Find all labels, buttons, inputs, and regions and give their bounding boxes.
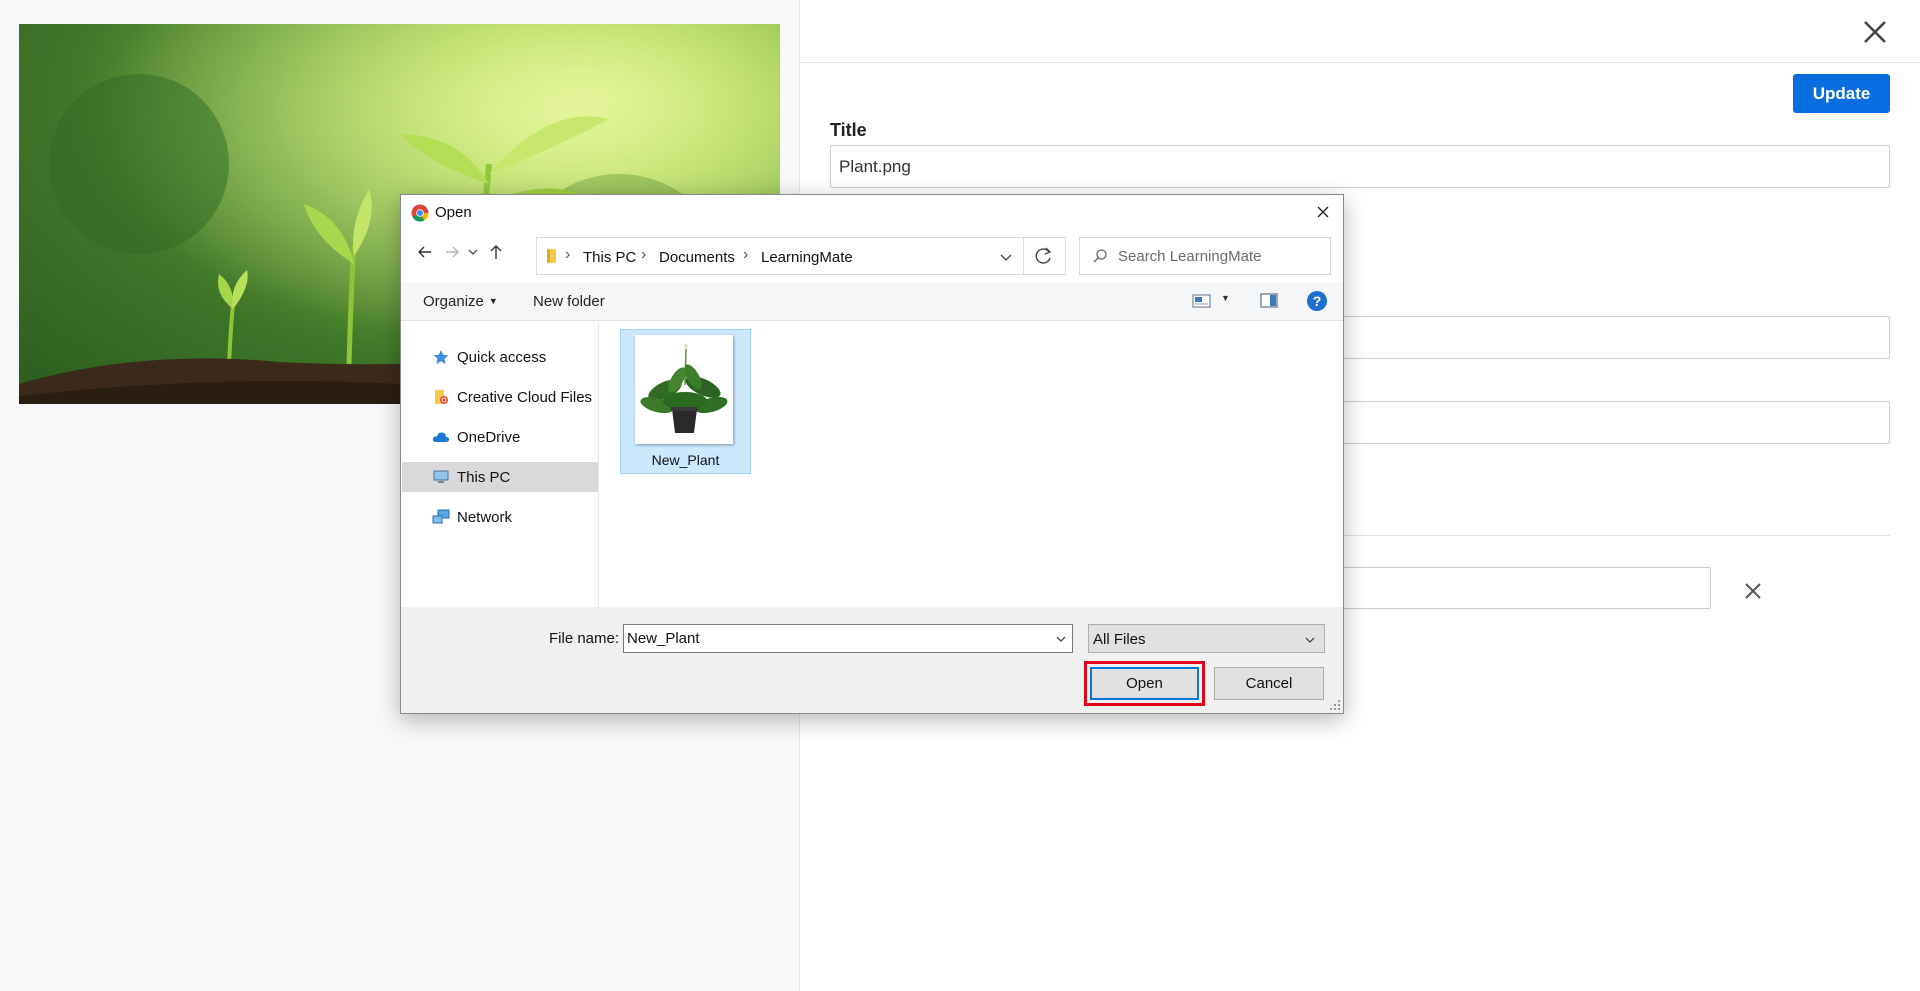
nav-item-label: OneDrive (457, 429, 521, 446)
search-box[interactable] (1079, 237, 1331, 275)
forward-button[interactable] (441, 241, 463, 263)
update-button[interactable]: Update (1793, 74, 1890, 113)
panel-header-divider (800, 62, 1920, 63)
title-input[interactable] (830, 145, 1890, 188)
chevron-down-icon (1056, 636, 1066, 642)
organize-button[interactable]: Organize ▼ (423, 293, 498, 310)
nav-item-this-pc[interactable]: This PC (402, 462, 598, 492)
breadcrumb-separator-icon: › (743, 246, 749, 263)
folder-icon (547, 249, 556, 263)
breadcrumb-this-pc[interactable]: This PC (583, 249, 636, 266)
dialog-title: Open (435, 204, 472, 221)
back-button[interactable] (414, 241, 436, 263)
nav-item-network[interactable]: Network (402, 502, 598, 532)
chevron-down-icon (468, 249, 478, 255)
caret-down-icon: ▼ (488, 296, 498, 306)
new-folder-button[interactable]: New folder (533, 293, 605, 310)
cloud-icon (432, 432, 450, 442)
search-input[interactable] (1118, 244, 1323, 268)
file-type-value: All Files (1093, 631, 1146, 648)
cancel-button[interactable]: Cancel (1214, 667, 1324, 700)
breadcrumb-learningmate[interactable]: LearningMate (761, 249, 853, 266)
refresh-icon (1035, 247, 1052, 264)
address-history-button[interactable] (995, 247, 1017, 267)
nav-item-label: Creative Cloud Files (457, 389, 593, 406)
file-list-area: New_Plant (599, 322, 1343, 607)
title-label: Title (830, 120, 867, 140)
file-name-input[interactable] (627, 628, 1037, 649)
alt-text-field[interactable] (1340, 401, 1890, 444)
network-icon (432, 509, 450, 524)
chevron-down-icon (1305, 637, 1315, 643)
remove-file-button[interactable] (1740, 578, 1766, 604)
nav-item-label: Quick access (457, 349, 547, 366)
file-thumbnail (635, 335, 733, 444)
refresh-button[interactable] (1024, 237, 1066, 275)
dialog-titlebar[interactable]: Open (401, 195, 1343, 227)
chevron-down-icon (1000, 254, 1012, 261)
address-bar[interactable]: › This PC › Documents › LearningMate (536, 237, 1024, 275)
resize-grip-icon[interactable] (1327, 697, 1341, 711)
dialog-close-button[interactable] (1309, 199, 1337, 225)
close-panel-button[interactable] (1857, 14, 1893, 50)
nav-item-quick-access[interactable]: Quick access (402, 342, 598, 372)
open-file-dialog: Open › This PC › Documents › LearningMat… (400, 194, 1344, 714)
description-field[interactable] (1340, 316, 1890, 359)
organize-label: Organize (423, 293, 484, 310)
nav-item-label: Network (457, 509, 513, 526)
up-folder-button[interactable] (485, 241, 507, 263)
close-icon (1317, 206, 1329, 218)
file-name-combobox[interactable] (623, 624, 1073, 653)
arrow-left-icon (418, 246, 431, 258)
svg-text:?: ? (1313, 293, 1322, 309)
file-field[interactable] (1340, 567, 1711, 609)
file-type-select[interactable]: All Files (1088, 624, 1325, 653)
open-button[interactable]: Open (1090, 667, 1199, 700)
breadcrumb-documents[interactable]: Documents (659, 249, 735, 266)
caret-down-icon[interactable]: ▼ (1221, 293, 1230, 303)
file-item-new-plant[interactable]: New_Plant (620, 329, 751, 474)
nav-item-label: This PC (457, 469, 511, 486)
file-name-dropdown-button[interactable] (1052, 631, 1070, 647)
close-icon (1745, 583, 1761, 599)
view-options-icon[interactable] (1191, 291, 1213, 311)
command-bar: Organize ▼ New folder ▼ ? (401, 283, 1343, 321)
recent-locations-button[interactable] (465, 241, 481, 263)
section-divider (1340, 535, 1890, 536)
breadcrumb-separator-icon: › (565, 246, 571, 263)
arrow-up-icon (490, 245, 502, 259)
dialog-footer: File name: All Files Open Cancel (401, 607, 1343, 713)
search-icon (1093, 249, 1107, 263)
breadcrumb-separator-icon: › (641, 246, 647, 263)
close-icon (1864, 21, 1886, 43)
potted-plant-icon (640, 343, 728, 433)
file-name-label: New_Plant (651, 452, 720, 468)
preview-pane-icon[interactable] (1259, 292, 1279, 310)
chrome-icon (411, 204, 429, 222)
nav-item-onedrive[interactable]: OneDrive (402, 422, 598, 452)
creative-cloud-folder-icon (435, 390, 448, 404)
help-icon[interactable]: ? (1305, 289, 1329, 313)
nav-item-creative-cloud-files[interactable]: Creative Cloud Files (402, 382, 598, 412)
star-icon (433, 350, 449, 364)
file-name-label: File name: (549, 630, 620, 647)
arrow-right-icon (446, 246, 459, 258)
navigation-pane: Quick access Creative Cloud Files OneDri… (401, 322, 599, 607)
computer-icon (433, 470, 449, 483)
